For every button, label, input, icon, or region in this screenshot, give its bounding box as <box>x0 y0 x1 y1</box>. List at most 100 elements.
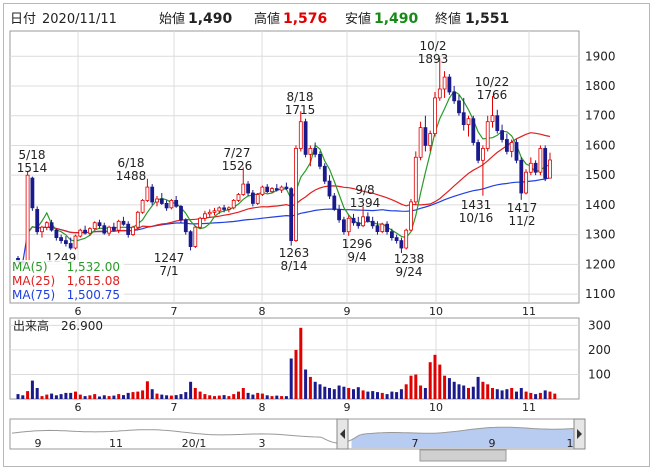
volume-bar <box>98 396 101 399</box>
volume-bar <box>371 391 375 399</box>
volume-bar <box>529 392 533 399</box>
candle-body <box>231 199 236 209</box>
navigator-label: 11 <box>109 437 123 450</box>
volume-bar <box>524 391 528 399</box>
price-y-tick-label: 1400 <box>585 198 616 212</box>
volume-bar <box>251 394 255 399</box>
price-y-tick-label: 1100 <box>585 287 616 301</box>
volume-bar <box>510 388 514 399</box>
candle-body <box>250 192 255 204</box>
volume-bar <box>122 395 125 399</box>
candle-body <box>327 180 332 197</box>
candle-body <box>289 188 294 242</box>
volume-bar <box>203 394 207 399</box>
navigator-right-handle[interactable] <box>573 418 586 450</box>
annotation-high-0727-value: 1526 <box>222 159 253 173</box>
volume-bar <box>217 395 221 399</box>
volume-bar <box>102 395 106 399</box>
volume-bar <box>332 389 336 399</box>
close-label: 終値 <box>435 11 461 27</box>
volume-bar <box>112 395 116 399</box>
annotation-high-0618-date: 6/18 <box>118 156 145 170</box>
volume-bar <box>165 395 169 399</box>
volume-bar <box>222 395 226 399</box>
candle-body <box>361 216 366 227</box>
candle-body <box>447 76 452 93</box>
price-x-axis: 6 7 8 9 10 11 <box>75 305 537 318</box>
candle-body <box>164 202 169 209</box>
volume-bar <box>145 381 149 399</box>
volume-bar <box>342 386 346 399</box>
volume-bar <box>467 388 470 399</box>
volume-bar <box>246 392 250 399</box>
candle-body <box>351 217 356 224</box>
volume-bar <box>284 396 288 399</box>
volume-bar <box>447 378 451 399</box>
volume-bar <box>409 375 413 399</box>
price-x-tick-label: 6 <box>75 305 82 318</box>
stock-chart-svg: 日付 2020/11/11 始値 1,490 高値 1,576 安値 1,490… <box>9 11 616 462</box>
volume-bar <box>26 391 30 399</box>
candle-body <box>246 183 251 194</box>
volume-bar <box>361 390 365 399</box>
volume-bar <box>299 327 303 399</box>
candle-body <box>169 199 174 209</box>
candle-body <box>428 133 433 146</box>
volume-bar <box>452 381 456 399</box>
date-label: 日付 <box>10 12 36 27</box>
volume-bar <box>280 396 284 399</box>
volume-bar <box>74 391 77 399</box>
volume-bar <box>289 358 293 399</box>
candle-body <box>514 142 519 161</box>
volume-x-tick-label: 11 <box>522 401 536 414</box>
annotation-high-0618-value: 1488 <box>116 169 147 183</box>
volume-bar <box>260 393 264 399</box>
price-x-tick-label: 7 <box>171 305 178 318</box>
annotation-high-0727-date: 7/27 <box>224 146 251 160</box>
candle-body <box>40 226 44 233</box>
volume-bar <box>486 384 490 399</box>
volume-bar <box>131 392 135 399</box>
candle-body <box>346 217 351 233</box>
header-info: 日付 2020/11/11 始値 1,490 高値 1,576 安値 1,490… <box>10 11 509 27</box>
candle-body <box>318 153 322 167</box>
volume-bar <box>179 394 183 399</box>
navigator-scrollbar[interactable] <box>419 449 507 462</box>
range-navigator[interactable]: 91120/135791 <box>9 418 586 462</box>
volume-x-axis: 6 7 8 9 10 11 <box>75 401 537 414</box>
candle-body <box>121 220 126 225</box>
candle-body <box>226 207 231 210</box>
low-value: 1,490 <box>374 11 419 27</box>
annotation-high-1002-value: 1893 <box>418 52 449 66</box>
volume-x-tick-label: 8 <box>259 401 266 414</box>
volume-x-tick-label: 7 <box>171 401 178 414</box>
candle-body <box>131 226 135 235</box>
candle-body <box>341 219 346 233</box>
candle-body <box>183 219 188 233</box>
volume-bar <box>390 391 394 399</box>
candle-body <box>198 217 203 228</box>
candle-body <box>337 208 342 221</box>
annotation-high-1002-date: 10/2 <box>420 39 447 53</box>
volume-bar <box>136 391 140 399</box>
annotation-low-0904-value: 1296 <box>342 237 373 251</box>
volume-bar <box>443 375 447 399</box>
candle-body <box>207 211 212 215</box>
volume-bar <box>419 385 423 399</box>
volume-bar <box>543 390 547 399</box>
candle-body <box>533 162 538 173</box>
volume-bar <box>64 392 68 399</box>
ma-legend: MA(5) 1,532.00 MA(25) 1,615.08 MA(75) 1,… <box>11 260 124 302</box>
candle-body <box>217 207 222 212</box>
candle-body <box>155 198 159 203</box>
volume-y-tick-label: 300 <box>588 318 611 332</box>
candle-body <box>265 186 270 193</box>
volume-bar <box>538 392 542 399</box>
candle-body <box>78 229 83 237</box>
candle-body <box>73 235 78 249</box>
candle-body <box>30 177 35 209</box>
navigator-left-handle[interactable] <box>336 418 349 450</box>
candle-body <box>375 225 380 232</box>
volume-y-axis: 100 200 300 <box>588 318 611 381</box>
candle-body <box>303 121 308 155</box>
